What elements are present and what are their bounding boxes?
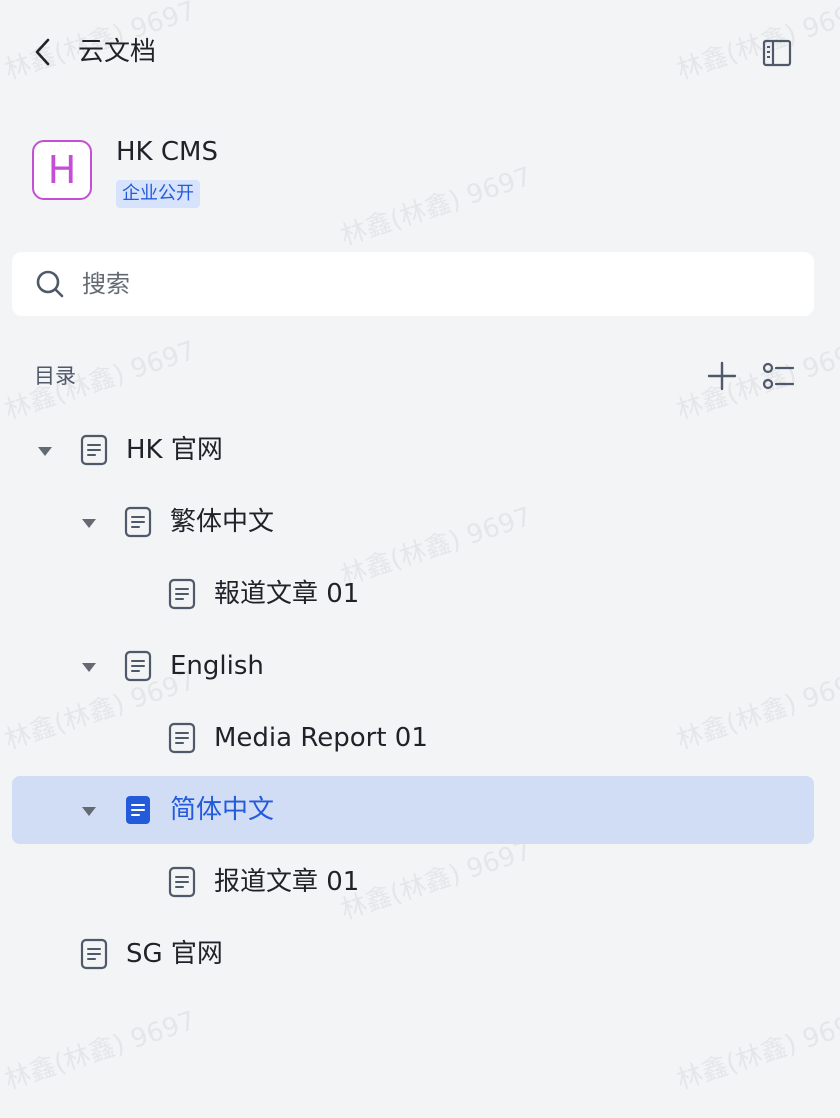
watermark: 林鑫(林鑫) 9697 <box>673 1005 840 1096</box>
space-card: H HK CMS 企业公开 <box>32 137 432 218</box>
tree-item[interactable]: 报道文章 01 <box>12 848 814 916</box>
document-icon <box>78 937 110 971</box>
document-icon <box>166 721 198 755</box>
tree-item[interactable]: 繁体中文 <box>12 488 814 556</box>
space-name: HK CMS <box>116 137 218 167</box>
document-icon <box>166 865 198 899</box>
tree-item[interactable]: English <box>12 632 814 700</box>
sidebar-panel-icon <box>762 39 792 67</box>
document-icon <box>122 649 154 683</box>
list-options-icon <box>762 362 795 390</box>
tree-item[interactable]: 報道文章 01 <box>12 560 814 628</box>
directory-label: 目录 <box>34 364 76 388</box>
chevron-left-icon <box>35 38 50 66</box>
caret-down-icon <box>82 519 96 528</box>
tree-item-label: HK 官网 <box>126 435 223 465</box>
tree-item-label: 报道文章 01 <box>214 867 360 897</box>
caret-down-icon <box>38 447 52 456</box>
tree-item-label: 繁体中文 <box>170 507 275 537</box>
search-input[interactable]: 搜索 <box>12 252 814 316</box>
space-visibility-badge: 企业公开 <box>116 180 200 208</box>
expand-toggle[interactable] <box>78 512 100 534</box>
tree-item-label: English <box>170 651 264 681</box>
expand-toggle[interactable] <box>78 800 100 822</box>
watermark: 林鑫(林鑫) 9697 <box>1 1005 200 1096</box>
expand-toggle[interactable] <box>34 440 56 462</box>
back-button[interactable] <box>28 34 60 70</box>
document-icon <box>122 793 154 827</box>
document-icon <box>78 433 110 467</box>
space-logo: H <box>32 140 92 200</box>
expand-toggle[interactable] <box>78 656 100 678</box>
caret-down-icon <box>82 663 96 672</box>
tree-item[interactable]: 简体中文 <box>12 776 814 844</box>
tree-item[interactable]: HK 官网 <box>12 416 814 484</box>
tree-item[interactable]: Media Report 01 <box>12 704 814 772</box>
caret-down-icon <box>82 807 96 816</box>
page-title: 云文档 <box>78 37 157 67</box>
tree-item-label: 简体中文 <box>170 795 275 825</box>
search-placeholder: 搜索 <box>82 270 130 298</box>
search-icon <box>36 270 64 298</box>
plus-icon <box>707 361 737 391</box>
document-icon <box>166 577 198 611</box>
add-button[interactable] <box>704 358 740 394</box>
sidebar-toggle-button[interactable] <box>760 36 794 70</box>
watermark: 林鑫(林鑫) 9697 <box>673 335 840 426</box>
tree-item-label: Media Report 01 <box>214 723 428 753</box>
watermark: 林鑫(林鑫) 9697 <box>1 335 200 426</box>
space-logo-letter: H <box>47 148 77 192</box>
tree-item-label: 報道文章 01 <box>214 579 360 609</box>
tree-item-label: SG 官网 <box>126 939 223 969</box>
document-icon <box>122 505 154 539</box>
header: 云文档 <box>0 0 840 100</box>
tree-options-button[interactable] <box>760 358 796 394</box>
tree-item[interactable]: SG 官网 <box>12 920 814 988</box>
